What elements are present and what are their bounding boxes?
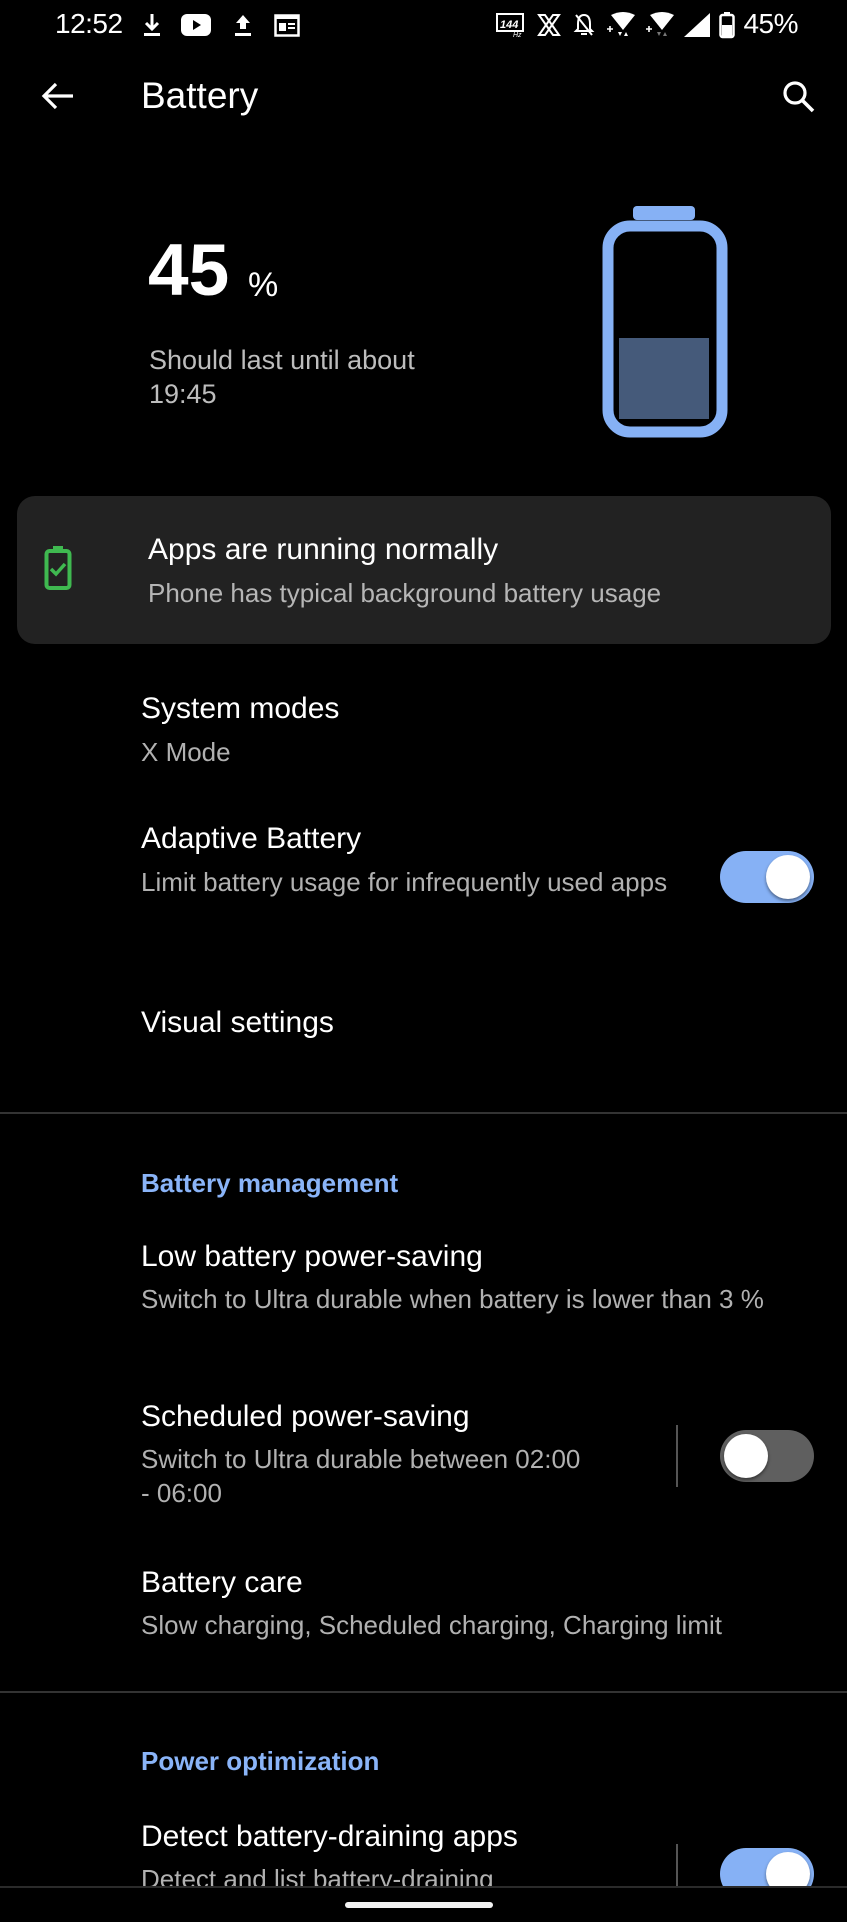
adaptive-battery-toggle[interactable] (720, 851, 814, 903)
estimate-line-2: 19:45 (149, 379, 217, 409)
svg-text:144: 144 (500, 19, 518, 31)
pref-title: Detect battery-draining apps (141, 1820, 518, 1853)
toggle-thumb (766, 1852, 810, 1886)
cell-signal-icon (682, 12, 712, 38)
pref-subtitle: Detect and list battery-draining (141, 1864, 494, 1886)
battery-check-icon (43, 544, 73, 592)
pref-subtitle: Limit battery usage for infrequently use… (141, 867, 668, 897)
pref-system-modes[interactable]: System modes X Mode (0, 680, 847, 790)
pref-title: Low battery power-saving (141, 1240, 483, 1273)
pref-subtitle: Switch to Ultra durable when battery is … (141, 1284, 764, 1314)
calendar-widget-icon (273, 12, 301, 38)
youtube-icon (180, 12, 212, 38)
card-subtitle: Phone has typical background battery usa… (148, 578, 662, 608)
notifications-off-icon (572, 12, 596, 38)
detect-draining-apps-toggle[interactable] (720, 1848, 814, 1886)
wifi-icon (606, 12, 636, 38)
wifi-secondary-icon (645, 12, 675, 38)
pref-subtitle: Slow charging, Scheduled charging, Charg… (141, 1610, 722, 1640)
pref-title: System modes (141, 692, 340, 725)
pref-title: Visual settings (141, 1006, 334, 1039)
pref-adaptive-battery[interactable]: Adaptive Battery Limit battery usage for… (0, 810, 847, 940)
upload-icon (232, 12, 254, 38)
section-header-battery-management: Battery management (141, 1168, 399, 1198)
status-time: 12:52 (55, 8, 123, 39)
download-icon (140, 12, 164, 38)
home-indicator[interactable] (345, 1902, 493, 1908)
toggle-separator (676, 1844, 678, 1886)
pref-title: Battery care (141, 1566, 303, 1599)
battery-fill (619, 338, 709, 419)
toggle-thumb (724, 1434, 768, 1478)
search-icon (782, 80, 816, 119)
svg-text:Hz: Hz (513, 32, 522, 37)
battery-estimate: Should last until about 19:45 (149, 343, 509, 411)
pref-scheduled-power-saving[interactable]: Scheduled power-saving Switch to Ultra d… (0, 1392, 847, 1522)
pref-subtitle: Switch to Ultra durable between 02:00 - … (141, 1444, 581, 1508)
x-mode-icon (536, 12, 562, 38)
battery-status-card[interactable]: Apps are running normally Phone has typi… (17, 496, 831, 644)
battery-cap (633, 206, 695, 220)
arrow-back-icon (41, 81, 75, 116)
back-button[interactable] (30, 73, 86, 123)
pref-low-battery-power-saving[interactable]: Low battery power-saving Switch to Ultra… (0, 1232, 847, 1362)
scheduled-power-saving-toggle[interactable] (720, 1430, 814, 1482)
pref-title: Scheduled power-saving (141, 1400, 470, 1433)
page-title: Battery (141, 75, 259, 116)
estimate-line-1: Should last until about (149, 345, 415, 375)
battery-level-unit: % (248, 266, 279, 304)
pref-subtitle: X Mode (141, 737, 231, 767)
pref-visual-settings[interactable]: Visual settings (0, 980, 847, 1070)
battery-status-icon (718, 12, 736, 39)
toggle-separator (676, 1425, 678, 1487)
toggle-thumb (766, 855, 810, 899)
battery-level-value: 45 (148, 230, 230, 311)
status-battery-percent: 45% (743, 8, 798, 39)
section-divider (0, 1112, 847, 1114)
pref-battery-care[interactable]: Battery care Slow charging, Scheduled ch… (0, 1558, 847, 1668)
section-divider (0, 1691, 847, 1693)
section-header-power-optimization: Power optimization (141, 1746, 380, 1776)
battery-level-icon (600, 204, 730, 440)
search-button[interactable] (773, 73, 825, 125)
card-title: Apps are running normally (148, 533, 499, 566)
pref-detect-battery-draining-apps[interactable]: Detect battery-draining apps Detect and … (0, 1812, 847, 1886)
refresh-rate-144hz-icon: 144 Hz (496, 12, 526, 38)
pref-title: Adaptive Battery (141, 822, 362, 855)
